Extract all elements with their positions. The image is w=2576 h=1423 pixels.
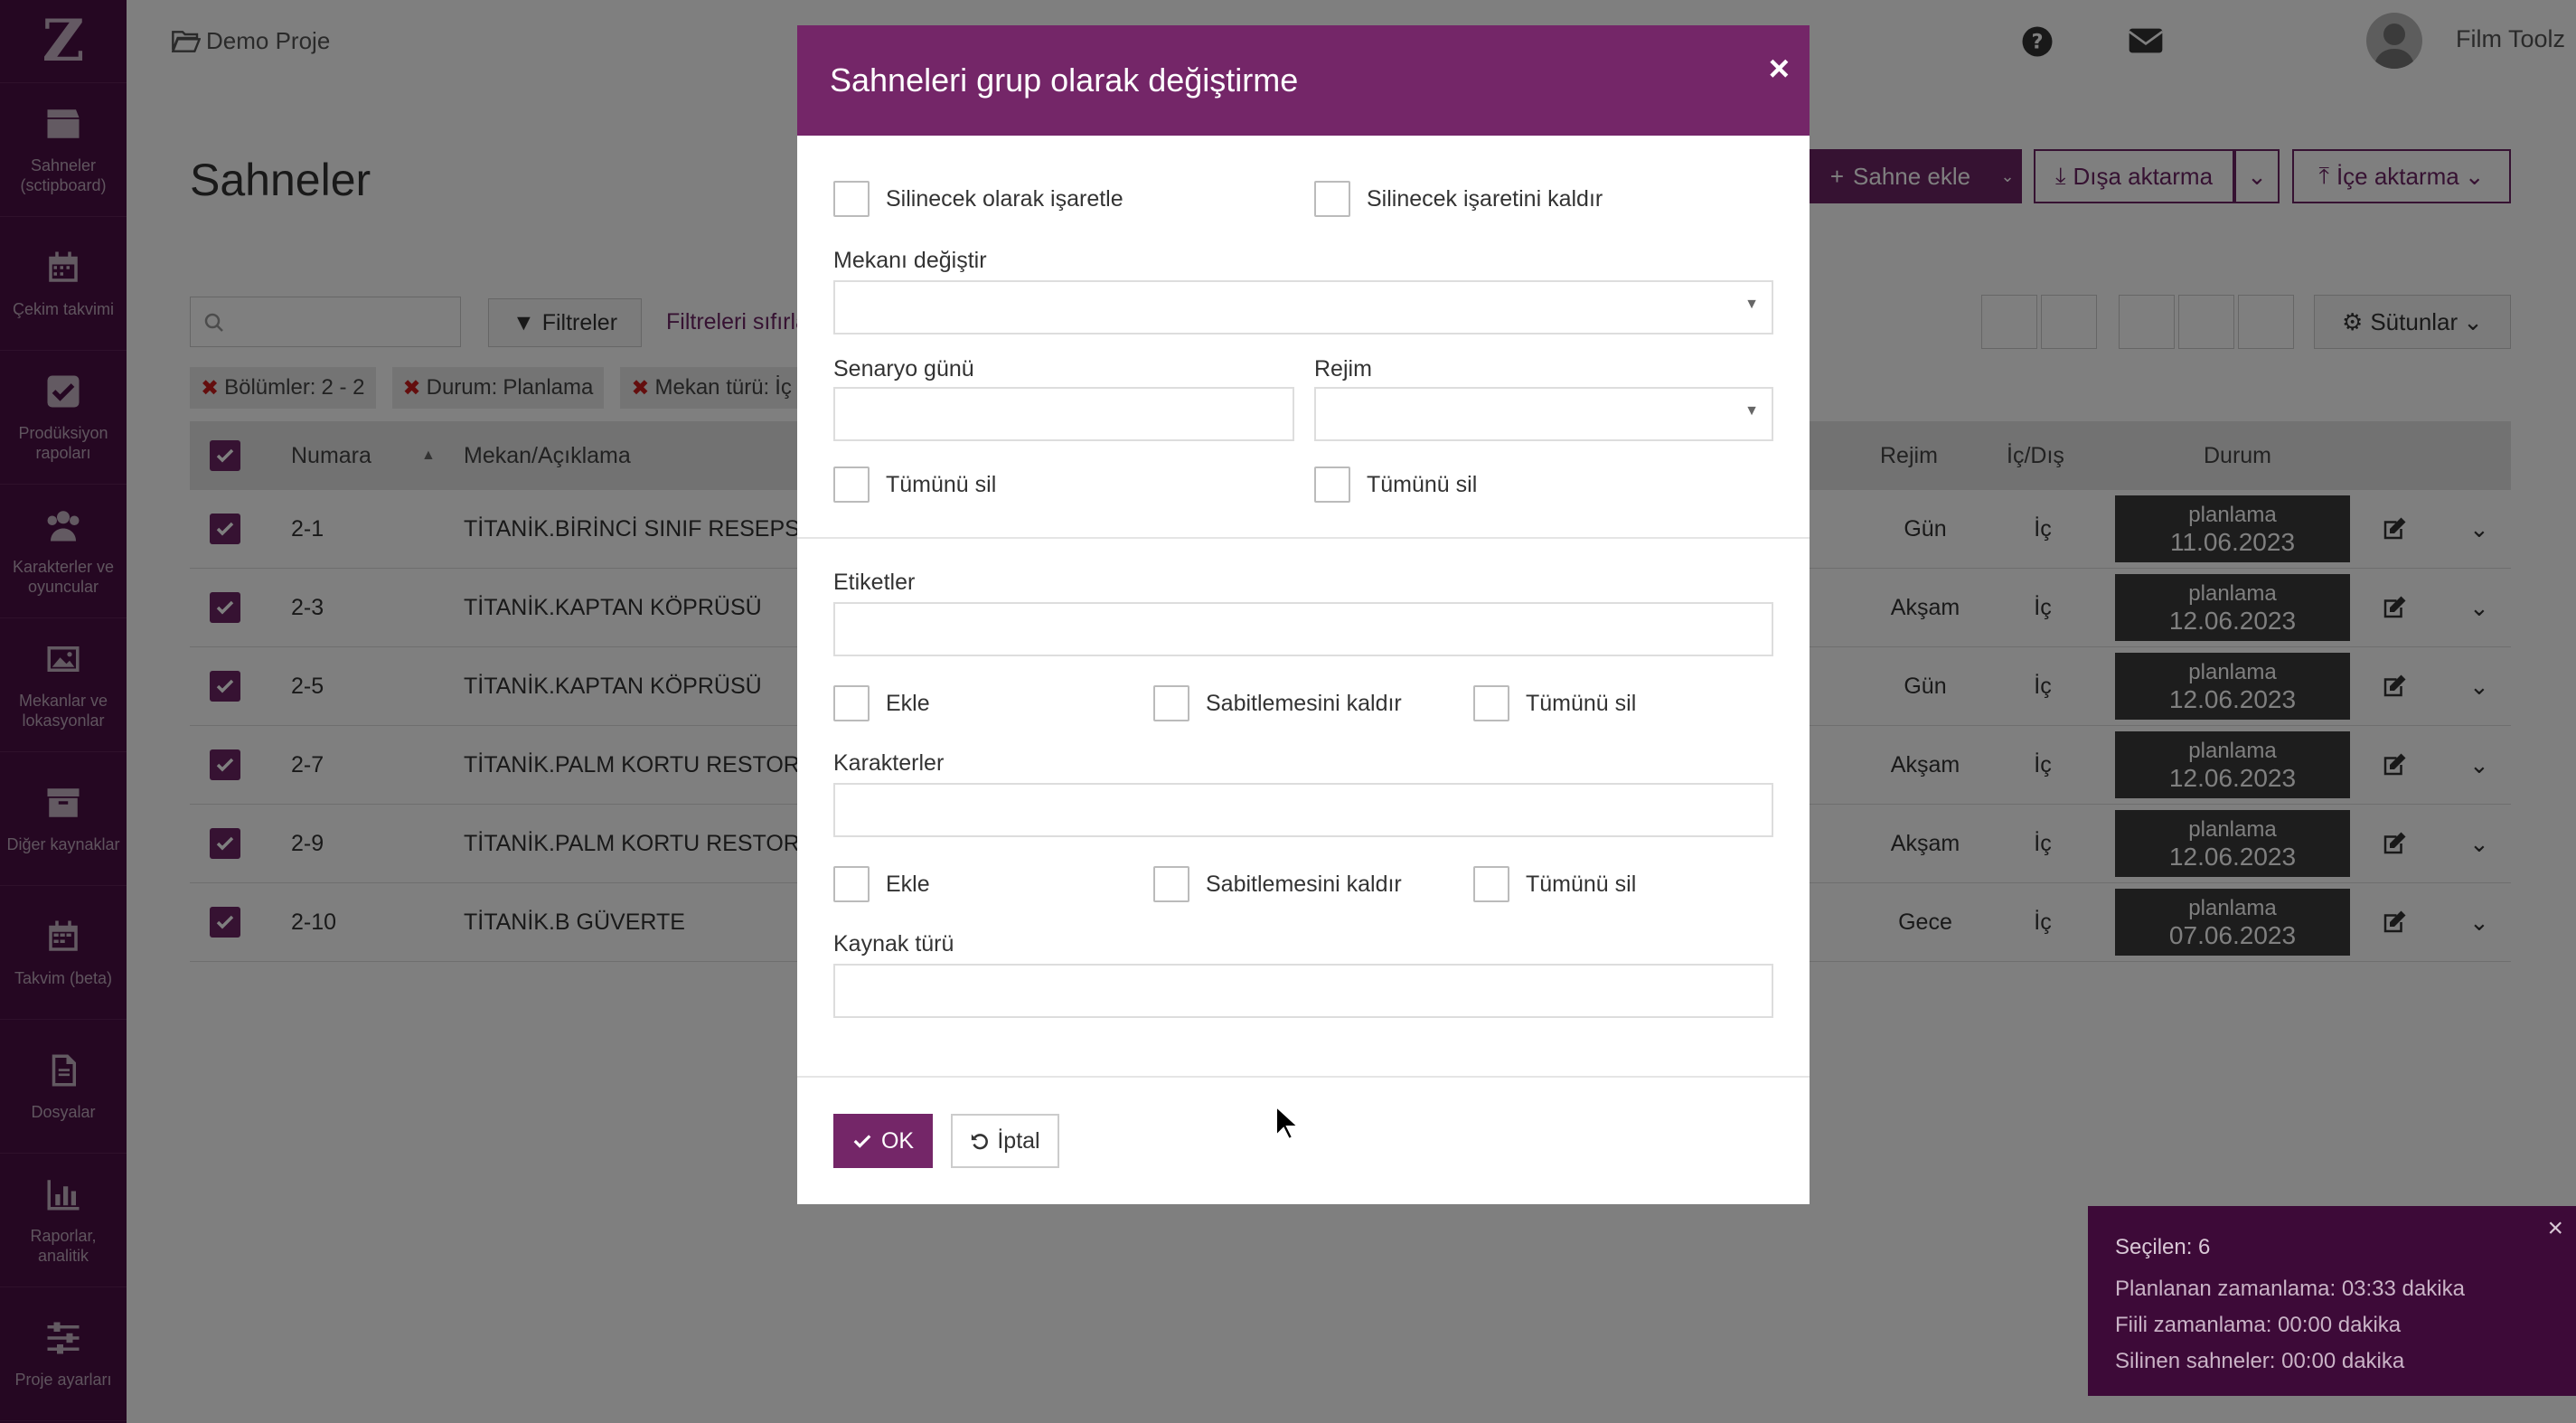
- script-day-label: Senaryo günü: [833, 356, 974, 382]
- cancel-button[interactable]: İptal: [951, 1114, 1059, 1168]
- checkbox-box[interactable]: [833, 866, 870, 902]
- tags-input[interactable]: [833, 602, 1773, 656]
- checkbox-box[interactable]: [1473, 685, 1509, 721]
- characters-unpin-checkbox[interactable]: Sabitlemesini kaldır: [1153, 866, 1402, 902]
- checkbox-box[interactable]: [833, 181, 870, 217]
- clear-regime-checkbox[interactable]: Tümünü sil: [1314, 466, 1477, 503]
- tags-add-checkbox[interactable]: Ekle: [833, 685, 930, 721]
- modal-title: Sahneleri grup olarak değiştirme: [830, 61, 1299, 99]
- divider: [797, 537, 1810, 539]
- characters-label: Karakterler: [833, 750, 945, 776]
- planned-timing: Planlanan zamanlama: 03:33 dakika: [2115, 1277, 2465, 1301]
- regime-label: Rejim: [1314, 356, 1372, 382]
- clear-script-day-checkbox[interactable]: Tümünü sil: [833, 466, 996, 503]
- unmark-delete-checkbox[interactable]: Silinecek işaretini kaldır: [1314, 181, 1603, 217]
- undo-icon: [972, 1134, 989, 1150]
- close-icon[interactable]: ×: [2547, 1213, 2563, 1244]
- group-edit-modal: Sahneleri grup olarak değiştirme × Silin…: [797, 25, 1810, 1204]
- ok-button[interactable]: OK: [833, 1114, 933, 1168]
- characters-add-checkbox[interactable]: Ekle: [833, 866, 930, 902]
- resource-type-label: Kaynak türü: [833, 931, 954, 957]
- checkbox-box[interactable]: [1473, 866, 1509, 902]
- deleted-scenes: Silinen sahneler: 00:00 dakika: [2115, 1349, 2405, 1373]
- checkbox-box[interactable]: [1153, 866, 1189, 902]
- checkbox-box[interactable]: [1314, 466, 1350, 503]
- selection-summary: × Seçilen: 6 Planlanan zamanlama: 03:33 …: [2088, 1206, 2576, 1396]
- actual-timing: Fiili zamanlama: 00:00 dakika: [2115, 1313, 2402, 1337]
- tags-unpin-checkbox[interactable]: Sabitlemesini kaldır: [1153, 685, 1402, 721]
- location-select[interactable]: [833, 280, 1773, 335]
- selected-count: Seçilen: 6: [2115, 1235, 2211, 1259]
- resource-type-input[interactable]: [833, 964, 1773, 1018]
- checkbox-box[interactable]: [1314, 181, 1350, 217]
- modal-header: Sahneleri grup olarak değiştirme ×: [797, 25, 1810, 136]
- checkbox-box[interactable]: [1153, 685, 1189, 721]
- change-location-label: Mekanı değiştir: [833, 248, 987, 273]
- close-icon[interactable]: ×: [1769, 49, 1790, 90]
- characters-clear-checkbox[interactable]: Tümünü sil: [1473, 866, 1636, 902]
- tags-label: Etiketler: [833, 570, 916, 595]
- check-icon: [853, 1135, 871, 1148]
- checkbox-box[interactable]: [833, 685, 870, 721]
- mouse-cursor-icon: [1275, 1105, 1300, 1141]
- regime-select[interactable]: [1314, 387, 1773, 441]
- checkbox-box[interactable]: [833, 466, 870, 503]
- mark-delete-checkbox[interactable]: Silinecek olarak işaretle: [833, 181, 1123, 217]
- tags-clear-checkbox[interactable]: Tümünü sil: [1473, 685, 1636, 721]
- divider: [797, 1076, 1810, 1078]
- characters-input[interactable]: [833, 783, 1773, 837]
- script-day-input[interactable]: [833, 387, 1294, 441]
